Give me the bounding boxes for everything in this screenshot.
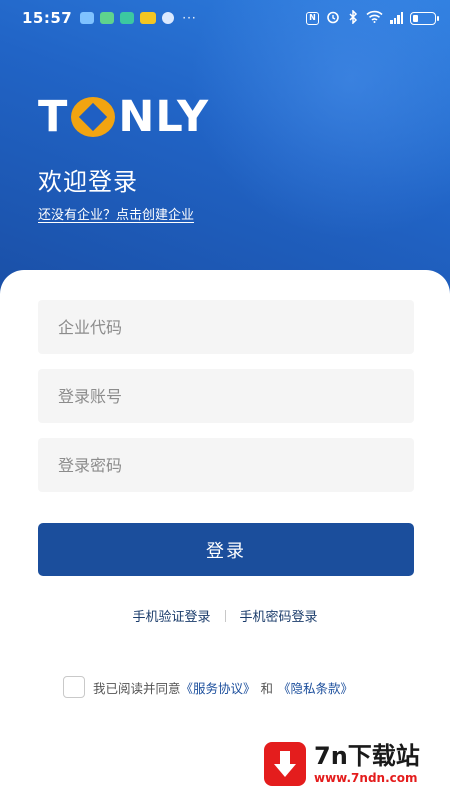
battery-level: [413, 14, 418, 22]
more-notifications-icon: ···: [182, 11, 197, 25]
logo-o-emblem-icon: [71, 97, 116, 137]
logo-text-start: T: [38, 92, 69, 142]
status-indicators: N: [306, 8, 439, 27]
logo-text-end: NLY: [118, 92, 210, 142]
banner-glow: [190, 0, 450, 240]
create-company-link[interactable]: 还没有企业？点击创建企业: [38, 204, 194, 223]
app-badge-notification-icon: [140, 12, 157, 24]
agreement-row: 我已阅读并同意 《服务协议》 和 《隐私条款》: [63, 676, 353, 698]
welcome-title: 欢迎登录: [38, 168, 138, 196]
download-arrow-icon: [264, 742, 306, 786]
agreement-conjunction: 和: [260, 680, 274, 696]
agreement-checkbox[interactable]: [63, 676, 85, 698]
watermark-url: www.7ndn.com: [314, 771, 418, 785]
agreement-prefix: 我已阅读并同意: [93, 680, 181, 696]
privacy-policy-link[interactable]: 《隐私条款》: [278, 678, 353, 697]
watermark-title: 7n下载站: [314, 742, 420, 770]
battery-icon: [410, 11, 439, 25]
login-button[interactable]: 登录: [38, 523, 414, 576]
password-input[interactable]: [38, 438, 414, 492]
tonly-logo: T NLY: [38, 92, 210, 142]
app-notification-icon: [80, 12, 95, 24]
nfc-icon: N: [306, 11, 319, 25]
wechat-notification-icon: [100, 12, 115, 24]
download-notification-icon: [162, 12, 175, 24]
account-input[interactable]: [38, 369, 414, 423]
bluetooth-icon: [347, 8, 359, 27]
alternative-login: 手机验证登录 手机密码登录: [0, 606, 450, 625]
divider: [224, 609, 226, 622]
sms-login-link[interactable]: 手机验证登录: [132, 606, 210, 625]
status-time: 15:57: [22, 9, 73, 27]
company-code-input[interactable]: [38, 300, 414, 354]
notification-icons: ···: [80, 11, 196, 25]
wifi-icon: [366, 10, 383, 26]
service-agreement-link[interactable]: 《服务协议》: [181, 678, 256, 697]
signal-icon: [390, 12, 403, 24]
login-card: 登录 手机验证登录 手机密码登录 我已阅读并同意 《服务协议》 和 《隐私条款》: [0, 270, 450, 800]
message-notification-icon: [120, 12, 135, 24]
header-banner: 15:57 ··· N T NLY 欢迎登录 还没有企业？点击创建企业: [0, 0, 450, 300]
phone-password-login-link[interactable]: 手机密码登录: [240, 606, 318, 625]
status-bar: 15:57 ··· N: [0, 0, 450, 36]
alarm-icon: [326, 10, 340, 27]
watermark: 7n下载站 www.7ndn.com: [264, 736, 440, 792]
